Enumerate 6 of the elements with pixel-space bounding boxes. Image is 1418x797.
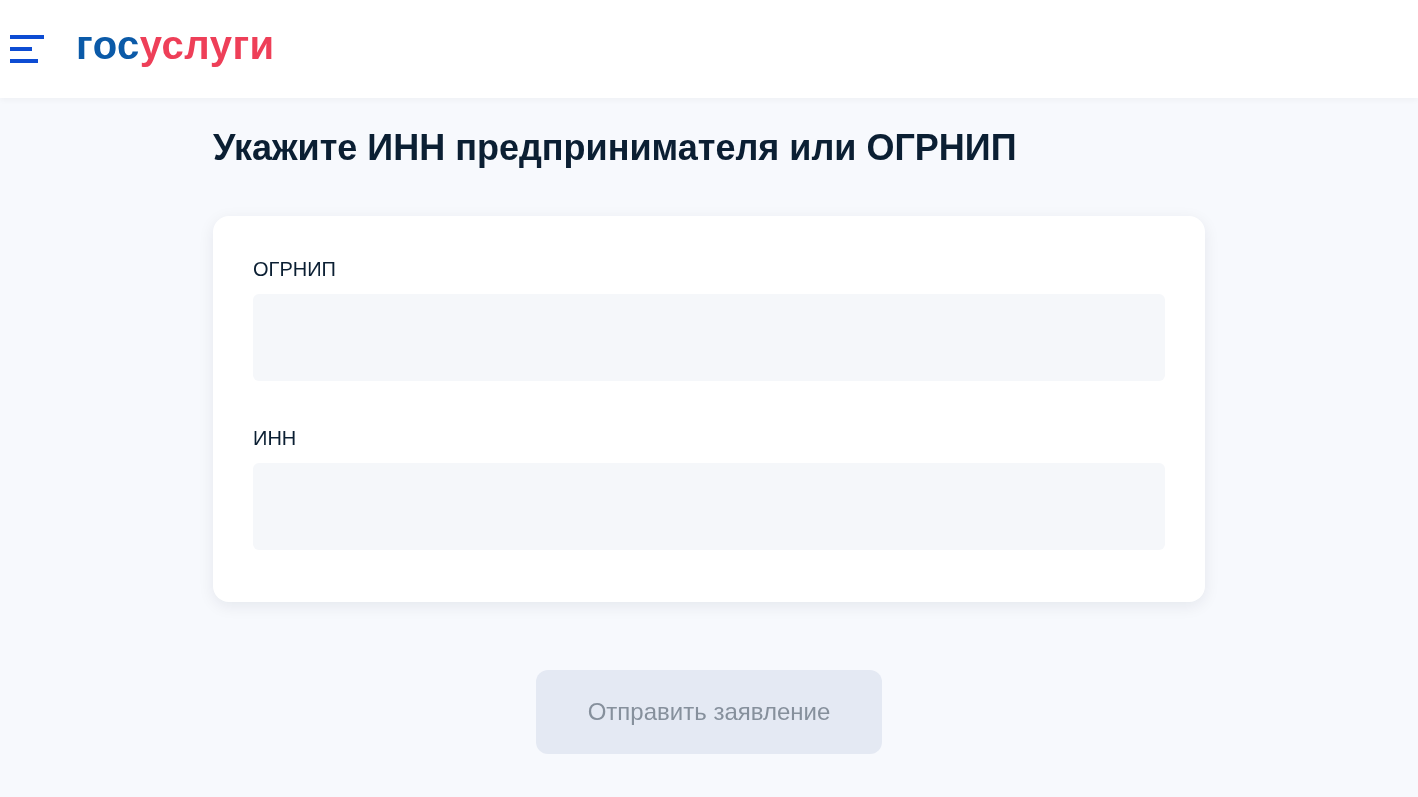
page-title: Укажите ИНН предпринимателя или ОГРНИП bbox=[213, 126, 1018, 170]
menu-icon bbox=[10, 34, 46, 64]
logo[interactable]: госуслуги bbox=[76, 25, 275, 65]
menu-button[interactable] bbox=[10, 34, 46, 64]
field-label: ОГРНИП bbox=[253, 257, 337, 282]
field-label: ИНН bbox=[253, 426, 298, 451]
